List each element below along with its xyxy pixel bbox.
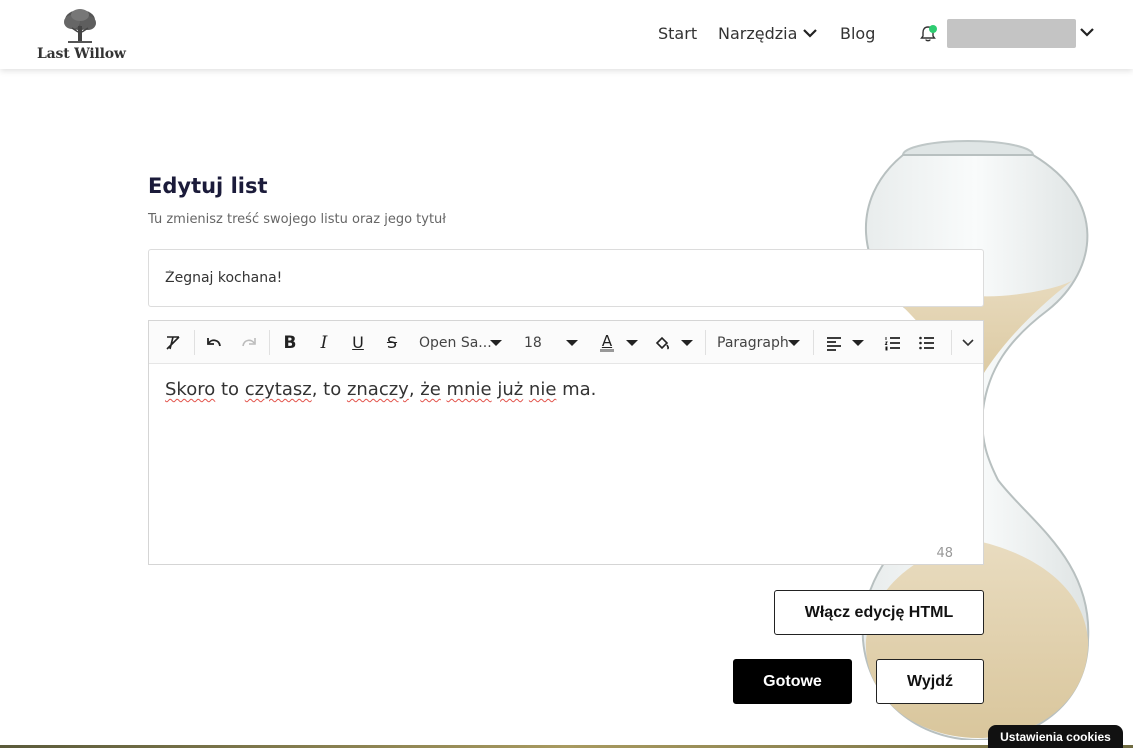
notification-dot bbox=[929, 25, 937, 33]
toolbar-divider bbox=[194, 330, 195, 355]
content-word: Skoro bbox=[165, 379, 216, 400]
content-word: nie bbox=[528, 379, 557, 400]
nav-start[interactable]: Start bbox=[658, 24, 697, 43]
content-word: znaczy bbox=[346, 379, 409, 400]
bold-icon[interactable]: B bbox=[278, 321, 302, 364]
chevron-down-icon[interactable] bbox=[1080, 27, 1094, 37]
italic-icon[interactable]: I bbox=[312, 321, 336, 364]
redo-icon[interactable] bbox=[237, 321, 261, 364]
done-button[interactable]: Gotowe bbox=[733, 659, 852, 704]
cookie-settings-button[interactable]: Ustawienia cookies bbox=[988, 725, 1123, 748]
editor-content[interactable]: Skoro to czytasz, to znaczy, że mnie już… bbox=[165, 379, 596, 400]
rich-text-editor[interactable]: B I U S Open Sa... 18 A Paragraph Skoro … bbox=[148, 320, 984, 565]
logo-text: Last Willow bbox=[37, 46, 126, 62]
chevron-down-icon bbox=[566, 340, 578, 346]
content-text: to bbox=[215, 379, 245, 400]
content-word: że bbox=[420, 379, 441, 400]
strikethrough-icon[interactable]: S bbox=[380, 321, 404, 364]
content-word: czytasz bbox=[244, 379, 312, 400]
undo-icon[interactable] bbox=[202, 321, 226, 364]
nav-tools-dropdown[interactable]: Narzędzia bbox=[718, 24, 818, 43]
tree-logo-icon bbox=[64, 9, 96, 43]
chevron-down-icon bbox=[852, 340, 864, 346]
content-word: mnie bbox=[446, 379, 492, 400]
toolbar-divider bbox=[813, 330, 814, 355]
font-size-value: 18 bbox=[524, 334, 542, 351]
content-word: już bbox=[497, 379, 524, 400]
block-format-value: Paragraph bbox=[717, 334, 789, 351]
clear-formatting-icon[interactable] bbox=[161, 321, 185, 364]
bullet-list-icon[interactable] bbox=[915, 321, 939, 364]
content-text: ma. bbox=[556, 379, 597, 400]
logo[interactable]: Last Willow bbox=[37, 8, 126, 64]
text-color-icon[interactable]: A bbox=[596, 321, 618, 364]
more-options-chevron-icon[interactable] bbox=[957, 321, 979, 364]
chevron-down-icon bbox=[788, 340, 800, 346]
toolbar-divider bbox=[705, 330, 706, 355]
chevron-down-icon bbox=[626, 340, 638, 346]
align-left-icon[interactable] bbox=[822, 321, 846, 364]
enable-html-edit-button[interactable]: Włącz edycję HTML bbox=[774, 590, 984, 635]
toolbar-divider bbox=[269, 330, 270, 355]
nav-tools-label: Narzędzia bbox=[718, 24, 798, 43]
character-counter: 48 bbox=[936, 546, 953, 561]
user-menu[interactable] bbox=[947, 19, 1076, 48]
numbered-list-icon[interactable] bbox=[881, 321, 905, 364]
chevron-down-icon bbox=[681, 340, 693, 346]
editor-toolbar: B I U S Open Sa... 18 A Paragraph bbox=[149, 321, 983, 364]
chevron-down-icon bbox=[490, 340, 502, 346]
exit-button[interactable]: Wyjdź bbox=[876, 659, 984, 704]
letter-title-input[interactable] bbox=[148, 249, 984, 307]
underline-icon[interactable]: U bbox=[346, 321, 370, 364]
site-header: Last Willow Start Narzędzia Blog bbox=[0, 0, 1133, 69]
font-family-value: Open Sa... bbox=[419, 334, 492, 351]
page-title: Edytuj list bbox=[148, 174, 268, 198]
content-text: , to bbox=[311, 379, 347, 400]
page-subtitle: Tu zmienisz treść swojego listu oraz jeg… bbox=[148, 212, 446, 227]
content-text: , bbox=[408, 379, 421, 400]
toolbar-divider bbox=[951, 330, 952, 355]
chevron-down-icon bbox=[803, 29, 818, 38]
nav-blog[interactable]: Blog bbox=[840, 24, 875, 43]
highlight-color-icon[interactable] bbox=[651, 321, 673, 364]
